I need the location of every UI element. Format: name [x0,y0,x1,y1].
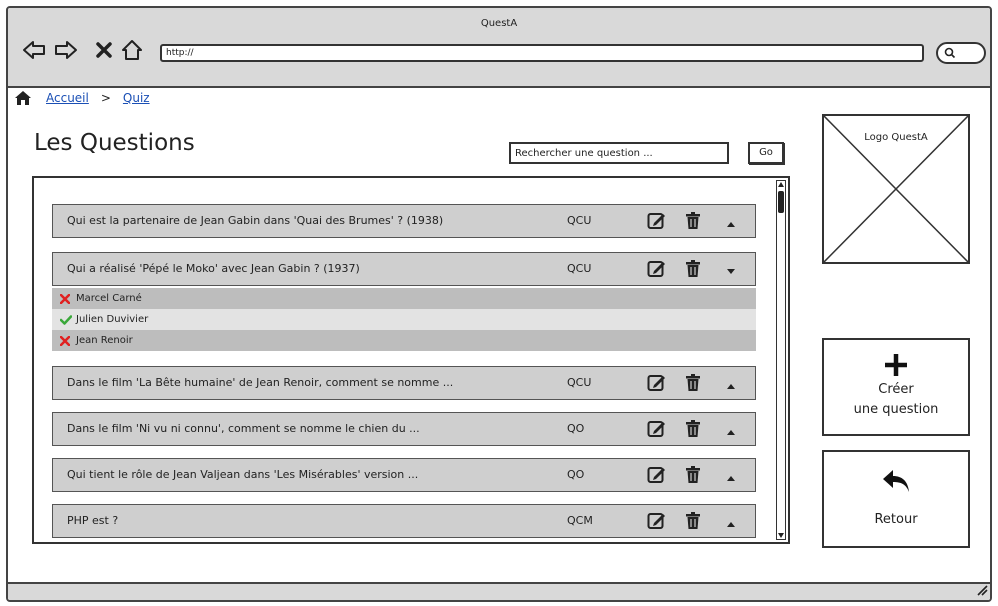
scroll-up-icon[interactable] [778,182,784,187]
home-outline-icon[interactable] [120,38,144,62]
question-row[interactable]: PHP est ? QCM [52,504,756,538]
caret-up-icon[interactable] [727,217,735,230]
window-title: QuestA [480,18,518,29]
create-button-label-line1: Créer [878,382,914,397]
create-question-button[interactable]: Créer une question [822,338,970,436]
question-type: QO [567,468,585,481]
question-row[interactable]: Dans le film 'La Bête humaine' de Jean R… [52,366,756,400]
edit-icon[interactable] [647,420,667,441]
answer-item: Marcel Carné [52,288,756,309]
question-text: Qui est la partenaire de Jean Gabin dans… [67,214,444,227]
answer-item: Jean Renoir [52,330,756,351]
edit-icon[interactable] [647,260,667,281]
trash-icon[interactable] [685,260,701,281]
caret-up-icon[interactable] [727,425,735,438]
wrong-icon [60,335,76,346]
edit-icon[interactable] [647,512,667,533]
question-type: QO [567,422,585,435]
back-button[interactable]: Retour [822,450,970,548]
reply-arrow-icon [881,468,911,498]
back-arrow-icon[interactable] [22,38,46,62]
question-row[interactable]: Qui a réalisé 'Pépé le Moko' avec Jean G… [52,252,756,286]
question-text: Qui tient le rôle de Jean Valjean dans '… [67,468,419,481]
edit-icon[interactable] [647,374,667,395]
answer-label: Jean Renoir [76,335,133,346]
create-button-label-line2: une question [853,402,939,417]
scroll-down-icon[interactable] [778,533,784,538]
question-type: QCM [567,514,593,527]
edit-icon[interactable] [647,466,667,487]
caret-down-icon[interactable] [727,265,735,278]
breadcrumb-separator: > [100,91,111,105]
question-text: Dans le film 'La Bête humaine' de Jean R… [67,376,454,389]
wrong-icon [60,293,76,304]
answer-label: Marcel Carné [76,293,142,304]
question-text: PHP est ? [67,514,119,527]
search-icon [944,44,956,63]
trash-icon[interactable] [685,466,701,487]
plus-icon [884,353,908,380]
scrollbar[interactable] [776,180,786,540]
edit-icon[interactable] [647,212,667,233]
question-list-panel: Qui est la partenaire de Jean Gabin dans… [32,176,790,544]
trash-icon[interactable] [685,512,701,533]
caret-up-icon[interactable] [727,517,735,530]
browser-toolbar: QuestA http:// [8,8,990,88]
scroll-thumb[interactable] [778,191,784,213]
breadcrumb-link-quiz[interactable]: Quiz [123,91,150,105]
question-type: QCU [567,376,592,389]
answer-item: Julien Duvivier [52,309,756,330]
forward-arrow-icon[interactable] [54,38,78,62]
question-text: Qui a réalisé 'Pépé le Moko' avec Jean G… [67,262,360,275]
trash-icon[interactable] [685,420,701,441]
caret-up-icon[interactable] [727,379,735,392]
breadcrumb-link-accueil[interactable]: Accueil [46,91,89,105]
answer-label: Julien Duvivier [76,314,149,325]
browser-search-button[interactable] [936,42,986,64]
url-bar[interactable]: http:// [160,44,924,62]
back-button-label: Retour [874,512,918,527]
status-bar [8,582,990,600]
trash-icon[interactable] [685,212,701,233]
question-type: QCU [567,214,592,227]
question-search-input[interactable]: Rechercher une question ... [509,142,729,164]
resize-grip-icon[interactable] [974,581,988,600]
home-icon[interactable] [14,90,32,106]
question-type: QCU [567,262,592,275]
question-text: Dans le film 'Ni vu ni connu', comment s… [67,422,420,435]
caret-up-icon[interactable] [727,471,735,484]
page-title: Les Questions [34,130,195,156]
trash-icon[interactable] [685,374,701,395]
close-icon[interactable] [92,38,116,62]
check-icon [60,314,76,325]
logo-label: Logo QuestA [864,132,928,143]
breadcrumb: Accueil > Quiz [14,90,150,106]
question-row[interactable]: Qui tient le rôle de Jean Valjean dans '… [52,458,756,492]
logo-placeholder: Logo QuestA [822,114,970,264]
question-row[interactable]: Dans le film 'Ni vu ni connu', comment s… [52,412,756,446]
question-row[interactable]: Qui est la partenaire de Jean Gabin dans… [52,204,756,238]
go-button[interactable]: Go [748,142,784,164]
answer-list: Marcel Carné Julien Duvivier Jean Renoir [52,288,756,351]
